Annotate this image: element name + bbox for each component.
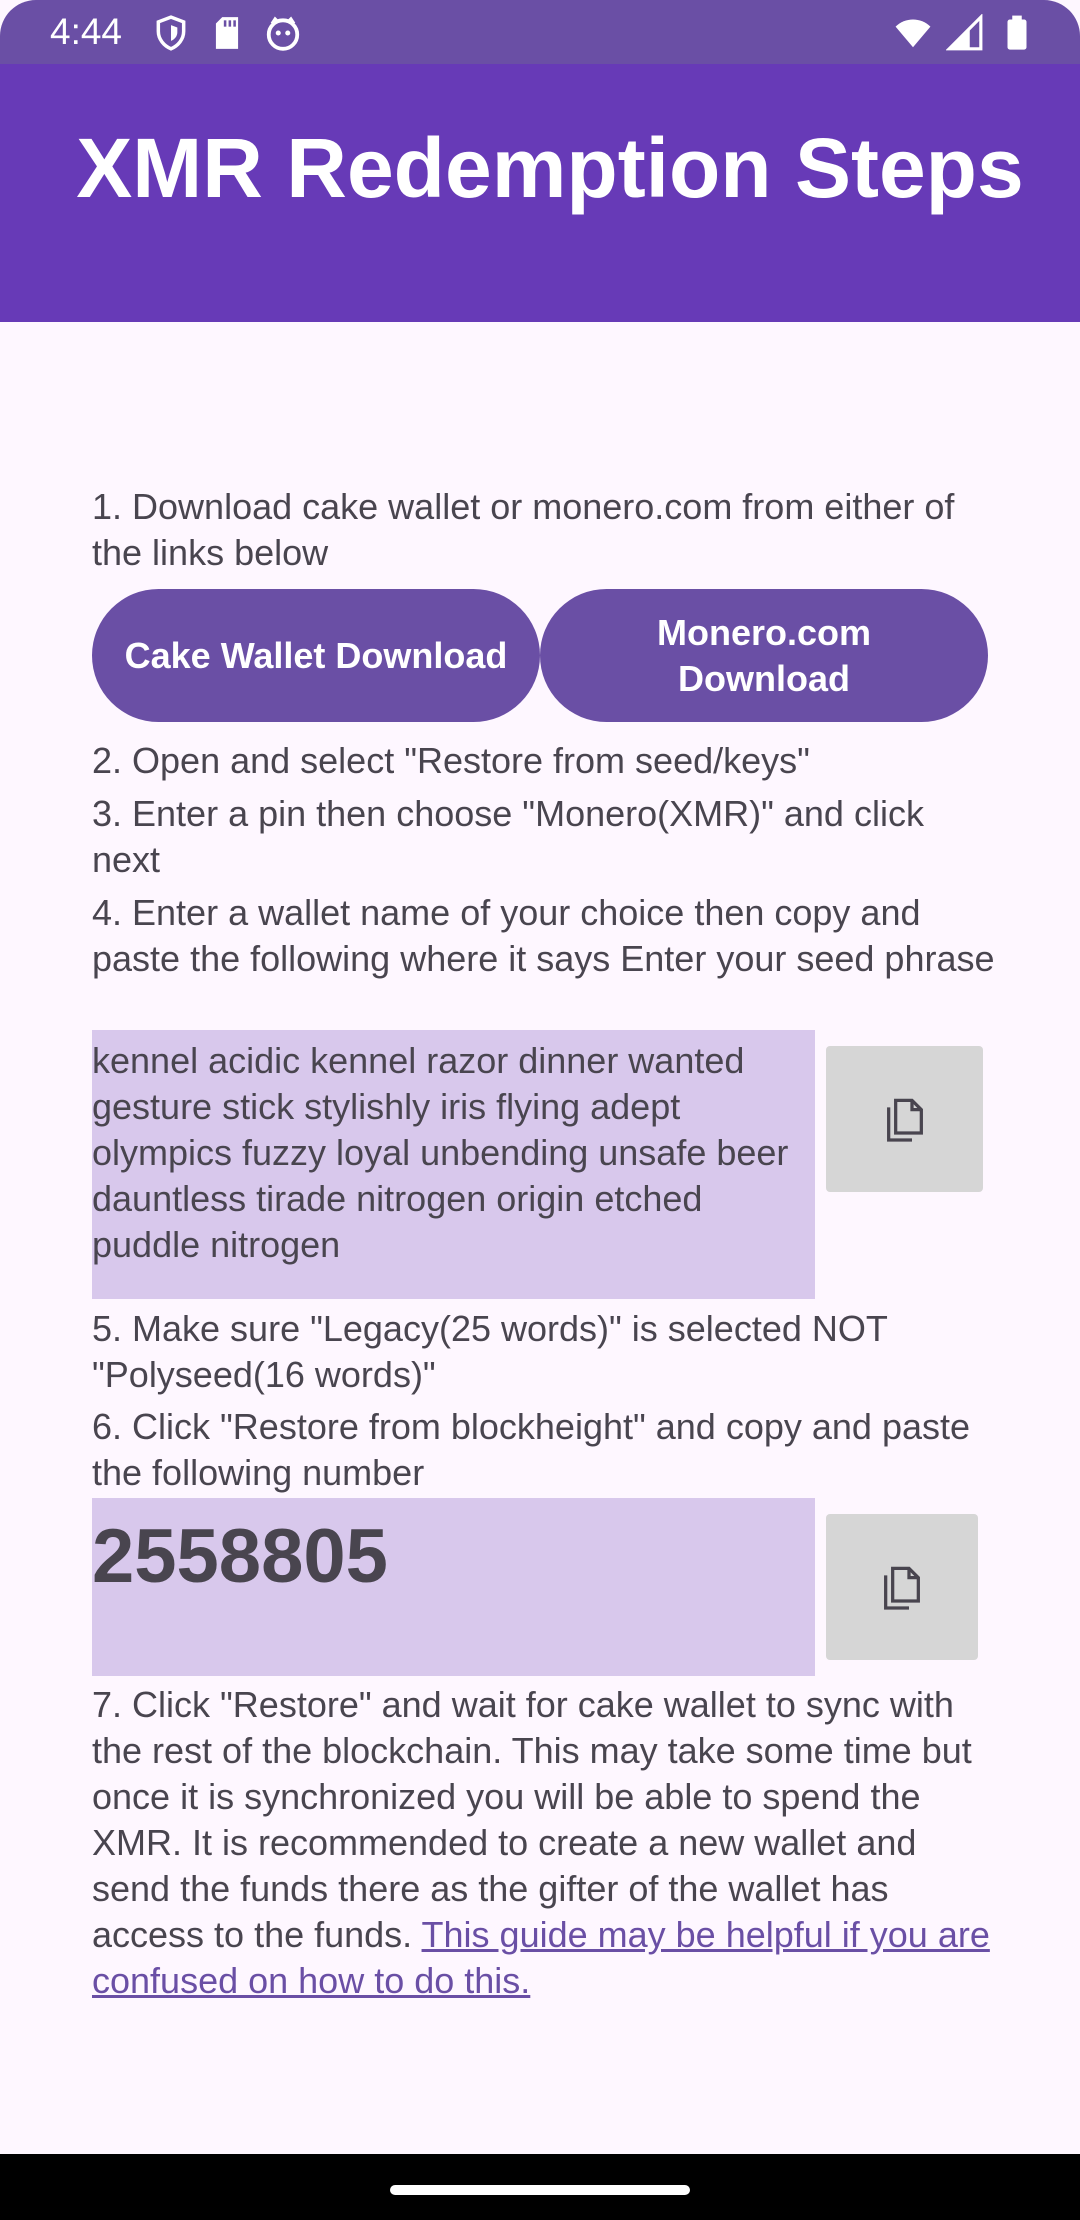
step-2-text: 2. Open and select "Restore from seed/ke… — [92, 740, 810, 781]
copy-icon — [884, 1566, 920, 1610]
step-6-text: 6. Click "Restore from blockheight" and … — [92, 1406, 971, 1493]
status-time: 4:44 — [50, 11, 123, 52]
home-gesture-handle[interactable] — [390, 2185, 690, 2195]
step-5-text: 5. Make sure "Legacy(25 words)" is selec… — [92, 1308, 888, 1395]
status-bar: 4:44 — [0, 0, 1080, 64]
seed-phrase-text[interactable]: kennel acidic kennel razor dinner wanted… — [92, 1030, 815, 1299]
monero-com-download-button[interactable]: Monero.com Download — [540, 589, 988, 722]
wifi-icon — [895, 19, 931, 48]
page-title: XMR Redemption Steps — [76, 121, 1024, 215]
block-height-text[interactable]: 2558805 — [92, 1498, 815, 1676]
shield-icon — [156, 15, 186, 51]
step-7-text: 7. Click "Restore" and wait for cake wal… — [92, 1682, 997, 2004]
copy-seed-button[interactable] — [826, 1046, 983, 1192]
battery-icon — [1007, 15, 1027, 50]
step-4-text: 4. Enter a wallet name of your choice th… — [92, 892, 995, 979]
copy-icon — [886, 1098, 923, 1142]
cake-wallet-download-button[interactable]: Cake Wallet Download — [92, 589, 540, 722]
sd-card-icon — [215, 17, 239, 49]
signal-icon — [946, 14, 983, 51]
copy-block-height-button[interactable] — [826, 1514, 978, 1660]
step-3-text: 3. Enter a pin then choose "Monero(XMR)"… — [92, 793, 924, 880]
notification-app-icon — [266, 16, 300, 51]
step-1-text: 1. Download cake wallet or monero.com fr… — [92, 486, 955, 573]
